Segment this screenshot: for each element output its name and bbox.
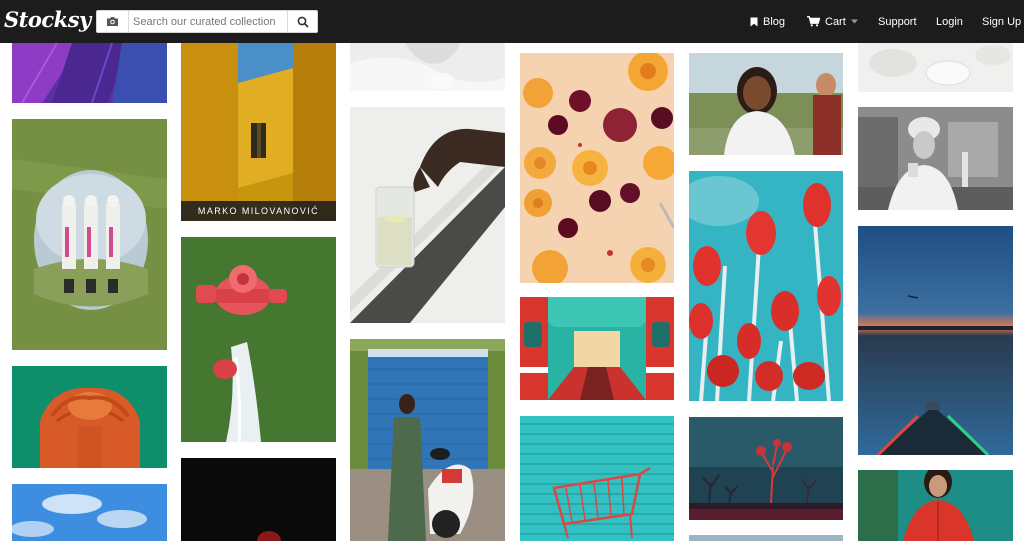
photo-white-fabric[interactable] bbox=[350, 43, 505, 91]
camera-icon[interactable] bbox=[97, 11, 129, 32]
nav-cart-label: Cart bbox=[825, 15, 846, 28]
photo-woman-scooter[interactable] bbox=[350, 339, 505, 541]
photo-purple-leaves[interactable] bbox=[12, 43, 167, 103]
photo-blue-sky[interactable] bbox=[12, 484, 167, 541]
photo-red-tulips[interactable] bbox=[689, 171, 843, 401]
photo-partial-bottom[interactable] bbox=[689, 535, 843, 541]
nav-support-link[interactable]: Support bbox=[878, 0, 917, 43]
photographer-credit: MARKO MILOVANOVIĆ bbox=[181, 201, 336, 221]
photo-yellow-building[interactable]: MARKO MILOVANOVIĆ bbox=[181, 43, 336, 221]
search-bar bbox=[96, 10, 318, 33]
photo-fire-hydrant[interactable] bbox=[181, 237, 336, 442]
nav-signup-label: Sign Up bbox=[982, 15, 1022, 28]
photo-boat-sunset-lake[interactable] bbox=[858, 226, 1013, 455]
photo-hand-glass[interactable] bbox=[350, 107, 505, 323]
photo-smiling-couple[interactable] bbox=[689, 53, 843, 155]
search-icon[interactable] bbox=[287, 11, 317, 32]
top-navigation-bar: Stocksy Blog Cart Support Login Sign Up bbox=[0, 0, 1024, 43]
photo-bus-interior[interactable] bbox=[520, 297, 674, 400]
photo-woman-bw[interactable] bbox=[858, 107, 1013, 210]
caret-down-icon bbox=[850, 19, 858, 24]
bookmark-icon bbox=[750, 17, 758, 26]
nav-login-link[interactable]: Login bbox=[936, 0, 963, 43]
nav-blog-label: Blog bbox=[763, 15, 786, 28]
photo-person-back-teal[interactable] bbox=[12, 366, 167, 468]
stocksy-logo[interactable]: Stocksy bbox=[4, 7, 91, 32]
photo-fruit-flatlay[interactable] bbox=[520, 53, 674, 283]
photo-white-objects[interactable] bbox=[858, 43, 1013, 92]
cart-icon bbox=[807, 16, 820, 27]
photo-desert-trees-night[interactable] bbox=[689, 417, 843, 520]
nav-blog-link[interactable]: Blog bbox=[750, 0, 785, 43]
nav-cart-link[interactable]: Cart bbox=[807, 0, 863, 43]
nav-support-label: Support bbox=[878, 15, 917, 28]
photo-mirror-on-grass[interactable] bbox=[12, 119, 167, 350]
search-input[interactable] bbox=[133, 13, 281, 30]
photo-dark-red[interactable] bbox=[181, 458, 336, 541]
photo-woman-red-shirt[interactable] bbox=[858, 470, 1013, 541]
nav-login-label: Login bbox=[936, 15, 963, 28]
photo-shopping-cart-teal[interactable] bbox=[520, 416, 674, 541]
nav-signup-link[interactable]: Sign Up bbox=[982, 0, 1021, 43]
